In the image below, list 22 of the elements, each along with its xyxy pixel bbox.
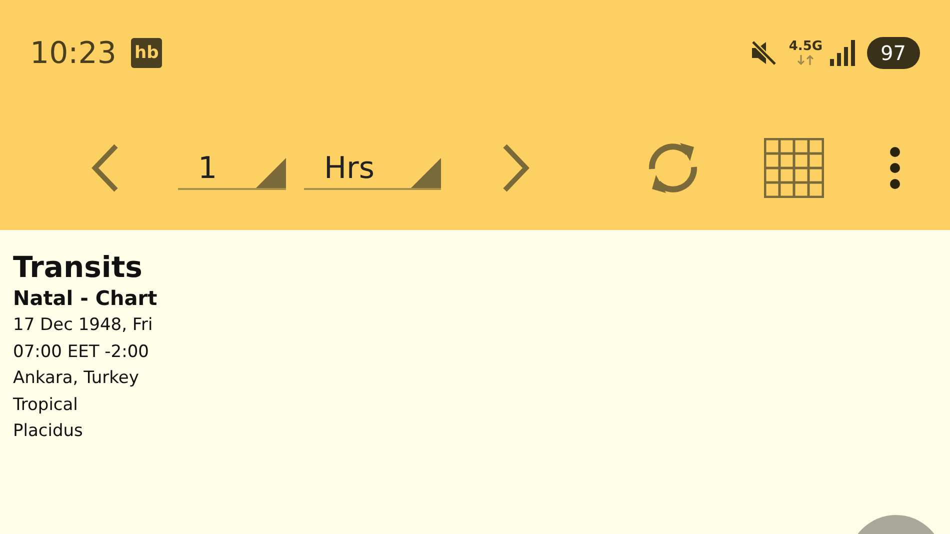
chart-detail: 07:00 EET -2:00 <box>13 340 150 364</box>
data-arrows-icon <box>796 54 816 66</box>
dropdown-corner-icon <box>411 158 441 188</box>
status-time: 10:23 <box>30 34 116 72</box>
battery-level: 97 <box>866 37 920 69</box>
chevron-left-icon <box>90 144 120 192</box>
signal-icon <box>828 39 857 67</box>
chart-title: Transits <box>13 250 144 284</box>
chart-subtitle: Natal - Chart <box>13 285 158 312</box>
chart-detail: Ankara, Turkey <box>13 367 140 390</box>
step-unit-dropdown[interactable]: Hrs <box>304 146 441 190</box>
chevron-right-icon <box>501 144 531 192</box>
step-value-dropdown[interactable]: 1 <box>178 146 286 190</box>
grid-button[interactable] <box>763 137 825 199</box>
dropdown-corner-icon <box>256 158 286 188</box>
grid-icon <box>764 138 824 198</box>
chart-detail: Tropical <box>13 394 79 416</box>
app-badge: hb <box>131 38 162 68</box>
network-type: 4.5G <box>788 40 823 54</box>
chart-detail: Placidus <box>13 420 84 443</box>
more-icon <box>889 147 901 189</box>
chart-detail: 17 Dec 1948, Fri <box>13 314 154 337</box>
